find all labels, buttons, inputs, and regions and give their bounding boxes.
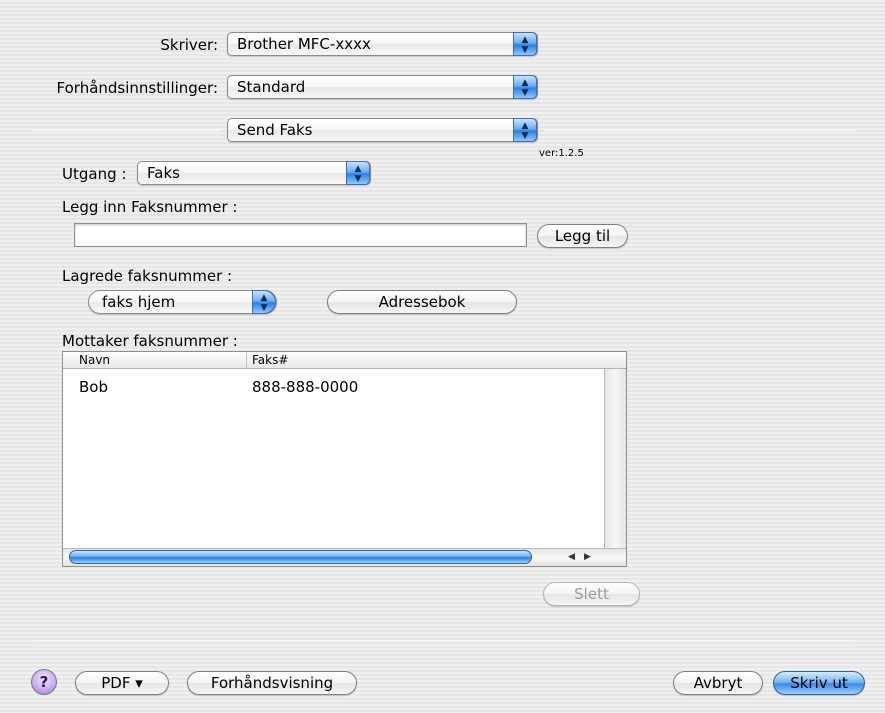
footer-separator — [33, 640, 855, 641]
horizontal-scroll-thumb[interactable] — [69, 550, 532, 564]
column-header-fax[interactable]: Faks# — [252, 352, 288, 368]
saved-label: Lagrede faksnummer : — [62, 267, 233, 285]
scroll-left-icon[interactable]: ◀ — [568, 550, 575, 564]
question-mark-icon[interactable]: ? — [31, 669, 57, 695]
panel-separator-right — [544, 130, 855, 131]
up-down-arrows-icon: ▲ ▼ — [252, 290, 276, 314]
table-row[interactable]: Bob 888-888-0000 — [63, 377, 604, 397]
presets-label: Forhåndsinnstillinger: — [56, 79, 218, 97]
row-fax: 888-888-0000 — [252, 378, 359, 396]
printer-value: Brother MFC-xxxx — [237, 35, 371, 53]
output-label: Utgang : — [62, 165, 127, 183]
printer-label: Skriver: — [160, 36, 218, 54]
panel-separator-left — [33, 130, 221, 131]
recipients-table[interactable]: Navn Faks# Bob 888-888-0000 ◀ ▶ — [62, 351, 627, 567]
saved-popup[interactable]: faks hjem ▲ ▼ — [88, 290, 277, 314]
pdf-button[interactable]: PDF ▾ — [75, 671, 169, 695]
panel-popup[interactable]: Send Faks ▲ ▼ — [227, 118, 538, 142]
fax-number-field[interactable] — [74, 223, 527, 247]
panel-value: Send Faks — [237, 121, 313, 139]
version-label: ver:1.2.5 — [539, 148, 584, 159]
print-button[interactable]: Skriv ut — [773, 671, 865, 695]
add-button[interactable]: Legg til — [537, 224, 628, 248]
up-down-arrows-icon: ▲ ▼ — [513, 32, 537, 56]
column-divider — [246, 352, 247, 368]
delete-button[interactable]: Slett — [543, 582, 640, 606]
row-name: Bob — [79, 378, 108, 396]
recipients-label: Mottaker faksnummer : — [62, 332, 238, 350]
up-down-arrows-icon: ▲ ▼ — [346, 161, 370, 185]
preview-button[interactable]: Forhåndsvisning — [187, 671, 357, 695]
column-header-name[interactable]: Navn — [79, 352, 110, 368]
presets-popup[interactable]: Standard ▲ ▼ — [227, 75, 538, 99]
up-down-arrows-icon: ▲ ▼ — [513, 118, 537, 142]
table-header: Navn Faks# — [63, 352, 626, 369]
scroll-right-icon[interactable]: ▶ — [584, 550, 591, 564]
vertical-scrollbar[interactable] — [604, 369, 626, 548]
cancel-button[interactable]: Avbryt — [673, 671, 763, 695]
fax-entry-label: Legg inn Faksnummer : — [62, 198, 238, 216]
saved-value: faks hjem — [102, 293, 176, 311]
output-value: Faks — [147, 164, 180, 182]
printer-popup[interactable]: Brother MFC-xxxx ▲ ▼ — [227, 32, 538, 56]
up-down-arrows-icon: ▲ ▼ — [513, 75, 537, 99]
output-popup[interactable]: Faks ▲ ▼ — [137, 161, 371, 185]
presets-value: Standard — [237, 78, 306, 96]
addressbook-button[interactable]: Adressebok — [327, 290, 517, 314]
horizontal-scrollbar[interactable]: ◀ ▶ — [63, 548, 626, 566]
